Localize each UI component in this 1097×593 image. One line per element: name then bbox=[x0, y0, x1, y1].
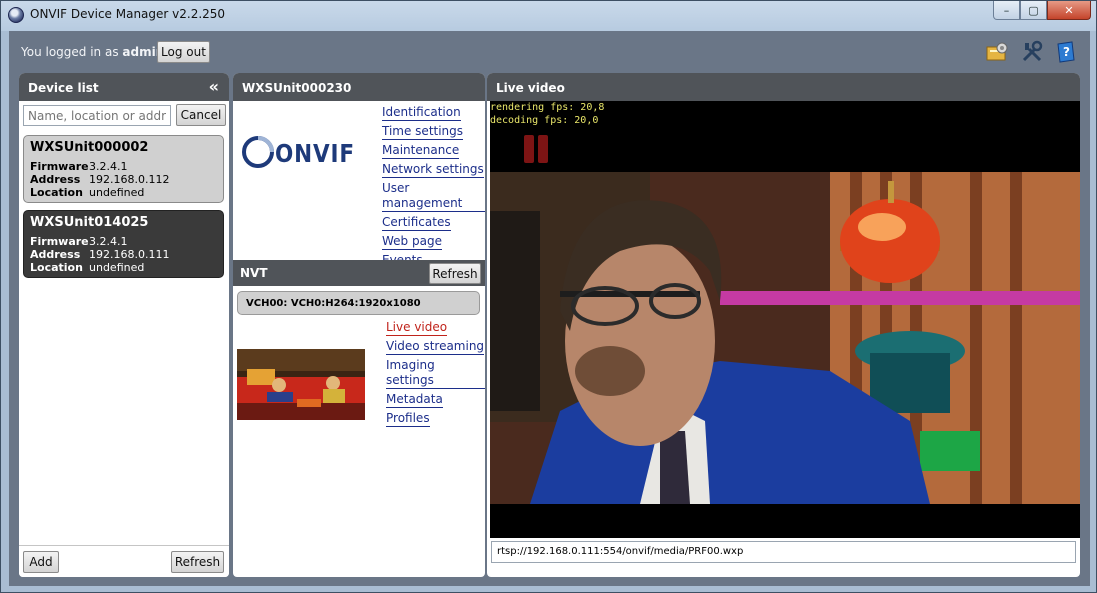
firmware-label: Firmware bbox=[30, 235, 89, 248]
firmware-value: 3.2.4.1 bbox=[89, 160, 128, 173]
onvif-logo-text: ONVIF bbox=[275, 139, 355, 168]
device-card[interactable]: WXSUnit000002 Firmware 3.2.4.1 Address 192… bbox=[23, 135, 224, 203]
minimize-button[interactable]: – bbox=[993, 1, 1020, 20]
link-web-page[interactable]: Web page bbox=[382, 234, 442, 250]
login-prefix: You logged in as bbox=[21, 45, 119, 59]
refresh-devices-button[interactable]: Refresh bbox=[171, 551, 224, 573]
svg-text:?: ? bbox=[1063, 45, 1070, 59]
rendering-fps: rendering fps: 20,8 bbox=[490, 102, 605, 113]
link-imaging-settings[interactable]: Imaging settings bbox=[386, 358, 485, 389]
video-player[interactable]: rendering fps: 20,8 decoding fps: 20,0 bbox=[490, 101, 1080, 538]
link-profiles[interactable]: Profiles bbox=[386, 411, 430, 427]
close-button[interactable]: ✕ bbox=[1047, 1, 1091, 20]
link-user-management[interactable]: User management bbox=[382, 181, 485, 212]
profile-links: Live video Video streaming Imaging setti… bbox=[386, 320, 485, 430]
onvif-logo: ONVIF bbox=[242, 136, 355, 168]
video-thumbnail[interactable] bbox=[237, 349, 365, 420]
nvt-refresh-button[interactable]: Refresh bbox=[429, 263, 481, 284]
firmware-value: 3.2.4.1 bbox=[89, 235, 128, 248]
address-label: Address bbox=[30, 248, 81, 261]
device-links: Identification Time settings Maintenance… bbox=[382, 105, 485, 272]
live-video-header: Live video bbox=[487, 73, 1080, 101]
client-area: You logged in as admin Log out ? Device … bbox=[9, 31, 1090, 586]
pause-icon[interactable] bbox=[538, 135, 548, 163]
device-detail-header: WXSUnit000230 bbox=[233, 73, 485, 101]
device-name: WXSUnit014025 bbox=[30, 215, 149, 230]
device-card-selected[interactable]: WXSUnit014025 Firmware 3.2.4.1 Address 192… bbox=[23, 210, 224, 278]
device-list-title: Device list bbox=[28, 81, 99, 95]
live-video-panel: Live video rendering fps: 20,8 decoding … bbox=[487, 73, 1080, 577]
link-time-settings[interactable]: Time settings bbox=[382, 124, 464, 140]
live-video-title: Live video bbox=[496, 81, 565, 95]
top-bar: You logged in as admin Log out ? bbox=[9, 31, 1090, 73]
license-icon[interactable] bbox=[985, 40, 1009, 64]
onvif-app-icon bbox=[8, 7, 24, 23]
title-bar: ONVIF Device Manager v2.2.250 – ▢ ✕ bbox=[1, 1, 1096, 29]
location-value: undefined bbox=[89, 261, 145, 274]
collapse-icon[interactable]: « bbox=[209, 77, 219, 96]
address-label: Address bbox=[30, 173, 81, 186]
pause-icon[interactable] bbox=[524, 135, 534, 163]
link-metadata[interactable]: Metadata bbox=[386, 392, 443, 408]
maximize-button[interactable]: ▢ bbox=[1020, 1, 1047, 20]
window-title: ONVIF Device Manager v2.2.250 bbox=[30, 7, 226, 21]
link-certificates[interactable]: Certificates bbox=[382, 215, 451, 231]
profile-selector[interactable]: VCH00: VCH0:H264:1920x1080 bbox=[237, 291, 480, 315]
firmware-label: Firmware bbox=[30, 160, 89, 173]
device-detail-title: WXSUnit000230 bbox=[242, 81, 352, 95]
settings-tools-icon[interactable] bbox=[1020, 40, 1044, 64]
link-live-video[interactable]: Live video bbox=[386, 320, 448, 336]
link-network-settings[interactable]: Network settings bbox=[382, 162, 484, 178]
logout-button[interactable]: Log out bbox=[157, 41, 210, 63]
decoding-fps: decoding fps: 20,0 bbox=[490, 115, 599, 126]
link-video-streaming[interactable]: Video streaming bbox=[386, 339, 485, 355]
help-icon[interactable]: ? bbox=[1054, 40, 1078, 64]
link-maintenance[interactable]: Maintenance bbox=[382, 143, 460, 159]
location-value: undefined bbox=[89, 186, 145, 199]
stream-url-field[interactable]: rtsp://192.168.0.111:554/onvif/media/PRF… bbox=[491, 541, 1076, 563]
address-value: 192.168.0.112 bbox=[89, 173, 170, 186]
app-window: ONVIF Device Manager v2.2.250 – ▢ ✕ You … bbox=[0, 0, 1097, 593]
nvt-title: NVT bbox=[240, 266, 268, 280]
window-controls: – ▢ ✕ bbox=[993, 1, 1091, 20]
add-device-button[interactable]: Add bbox=[23, 551, 59, 573]
address-value: 192.168.0.111 bbox=[89, 248, 170, 261]
location-label: Location bbox=[30, 261, 83, 274]
video-frame bbox=[490, 101, 1080, 538]
search-cancel-button[interactable]: Cancel bbox=[176, 104, 226, 126]
login-status: You logged in as admin bbox=[21, 45, 164, 59]
device-list-header: Device list « bbox=[19, 73, 229, 101]
link-identification[interactable]: Identification bbox=[382, 105, 461, 121]
device-detail-panel: WXSUnit000230 ONVIF Identification Time … bbox=[233, 73, 485, 577]
location-label: Location bbox=[30, 186, 83, 199]
device-name: WXSUnit000002 bbox=[30, 140, 149, 155]
device-search-input[interactable] bbox=[23, 105, 171, 126]
device-list-panel: Device list « Cancel WXSUnit000002 Firmw… bbox=[19, 73, 229, 577]
device-list-footer: Add Refresh bbox=[19, 545, 229, 577]
